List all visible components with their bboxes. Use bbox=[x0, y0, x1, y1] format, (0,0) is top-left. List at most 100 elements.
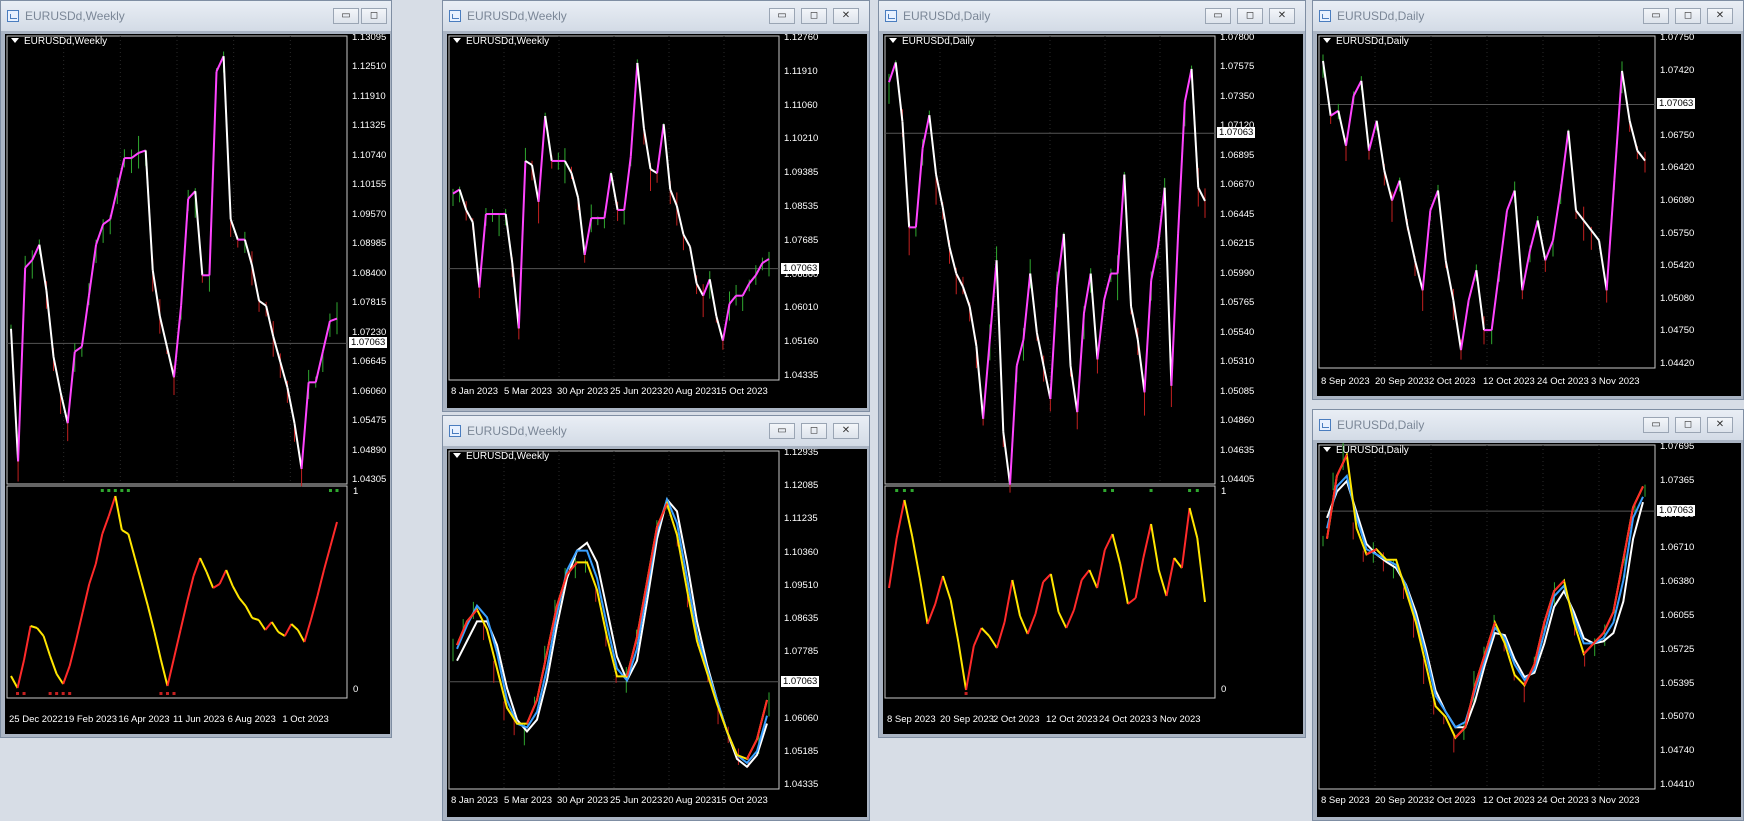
chart-area[interactable]: EURUSDd,Daily 1.076951.073651.070301.067… bbox=[1317, 443, 1741, 817]
price-tick: 1.06010 bbox=[784, 302, 819, 314]
maximize-button[interactable]: ◻ bbox=[1675, 8, 1701, 24]
oscillator-segment bbox=[1073, 579, 1083, 611]
trend-line-segment bbox=[187, 190, 196, 200]
price-tick: 1.05540 bbox=[1220, 326, 1255, 338]
trend-line-segment bbox=[1582, 219, 1593, 232]
oscillator-top-marker bbox=[902, 489, 906, 492]
date-tick: 5 Mar 2023 bbox=[504, 386, 553, 397]
maximize-button[interactable]: ◻ bbox=[1237, 8, 1263, 24]
chart-area[interactable]: EURUSDd,Daily 1.077501.074201.070851.067… bbox=[1317, 34, 1741, 396]
oscillator-top-marker bbox=[100, 489, 104, 492]
oscillator-segment bbox=[244, 605, 254, 619]
chart-area[interactable]: EURUSDd,Weekly 1.12935 1.12085 1.11235 1.10… bbox=[447, 449, 867, 817]
date-tick: 2 Oct 2023 bbox=[993, 714, 1040, 725]
date-tick: 25 Jun 2023 bbox=[610, 386, 663, 397]
price-tick: 1.05420 bbox=[1660, 260, 1695, 272]
window-titlebar[interactable]: EURUSDd,Daily ▭ ◻ ✕ bbox=[879, 1, 1305, 31]
date-tick: 30 Apr 2023 bbox=[557, 795, 609, 806]
minimize-button[interactable]: ▭ bbox=[769, 8, 795, 24]
chart-window-3[interactable]: EURUSDd,Weekly ▭ ◻ ✕ EURUSDd,Weekly 1.12… bbox=[442, 415, 870, 821]
oscillator-segment bbox=[62, 665, 71, 685]
price-tick: 1.06060 bbox=[352, 385, 387, 397]
window-titlebar[interactable]: EURUSDd,Daily ▭ ◻ ✕ bbox=[1313, 410, 1743, 440]
oscillator-tick: 0 bbox=[353, 684, 359, 695]
minimize-button[interactable]: ▭ bbox=[1205, 8, 1231, 24]
trend-line-segment bbox=[921, 114, 931, 149]
trend-line-segment bbox=[1322, 60, 1332, 116]
price-tick: 1.10210 bbox=[784, 133, 819, 145]
trend-line-segment bbox=[1156, 187, 1166, 248]
trend-line-segment bbox=[708, 279, 718, 317]
chart-window-6[interactable]: EURUSDd,Daily ▭ ◻ ✕ EURUSDd,Daily 1.0769… bbox=[1312, 409, 1744, 821]
trend-line-segment bbox=[1035, 332, 1045, 367]
trend-line-segment bbox=[1022, 273, 1032, 340]
oscillator-segment bbox=[199, 557, 208, 573]
trend-line-segment bbox=[1136, 339, 1146, 393]
oscillator-segment bbox=[1003, 579, 1014, 623]
oscillator-bottom-marker bbox=[964, 692, 968, 695]
oscillator-top-marker bbox=[113, 489, 117, 492]
trend-line-segment bbox=[1475, 270, 1485, 331]
trend-line-segment bbox=[1069, 365, 1079, 413]
close-button[interactable]: ✕ bbox=[833, 423, 859, 439]
maximize-button[interactable]: ◻ bbox=[801, 8, 827, 24]
minimize-button[interactable]: ▭ bbox=[333, 8, 359, 24]
trend-line-segment bbox=[669, 189, 678, 207]
trend-line-segment bbox=[109, 188, 119, 220]
price-tick: 1.13095 bbox=[352, 34, 387, 43]
oscillator-segment bbox=[218, 569, 228, 585]
trend-line-segment bbox=[995, 260, 1005, 432]
minimize-button[interactable]: ▭ bbox=[1643, 417, 1669, 433]
chart-area[interactable]: EURUSDd,Daily 1 0 1.07800 1.07575 1.07350 1.0… bbox=[883, 34, 1303, 734]
chart-window-2[interactable]: EURUSDd,Weekly ▭ ◻ ✕ EURUSDd,Weekly 1.12… bbox=[442, 0, 870, 412]
trend-line-segment bbox=[102, 218, 111, 226]
trend-line-segment bbox=[988, 260, 998, 340]
close-button[interactable]: ✕ bbox=[1269, 8, 1295, 24]
trend-line-segment bbox=[1330, 109, 1339, 117]
maximize-button[interactable]: ◻ bbox=[801, 423, 827, 439]
price-tick: 1.07785 bbox=[784, 646, 819, 658]
minimize-button[interactable]: ▭ bbox=[1643, 8, 1669, 24]
oscillator-segment bbox=[49, 655, 58, 675]
oscillator-segment bbox=[277, 631, 286, 637]
chart-area[interactable]: EURUSDd,Weekly 1.12760 1.11910 1.11060 1.10… bbox=[447, 34, 867, 408]
trend-line-segment bbox=[1636, 150, 1646, 162]
chart-window-4[interactable]: EURUSDd,Daily ▭ ◻ ✕ EURUSDd,Daily 1 0 1.07… bbox=[878, 0, 1306, 738]
price-tick: 1.07815 bbox=[352, 297, 387, 309]
window-titlebar[interactable]: EURUSDd,Weekly ▭ ◻ ✕ bbox=[1, 1, 391, 31]
trend-line-segment bbox=[1628, 120, 1639, 151]
maximize-button[interactable]: ◻ bbox=[1675, 417, 1701, 433]
window-titlebar[interactable]: EURUSDd,Weekly ▭ ◻ ✕ bbox=[443, 1, 869, 31]
trend-line-segment bbox=[642, 128, 652, 170]
oscillator-segment bbox=[238, 597, 247, 607]
trend-line-segment bbox=[649, 168, 658, 175]
close-button[interactable]: ✕ bbox=[833, 8, 859, 24]
chart-canvas bbox=[6, 35, 348, 699]
trend-line-segment bbox=[1613, 70, 1623, 181]
current-price-label: 1.07063 bbox=[781, 675, 820, 687]
maximize-button[interactable]: ◻ bbox=[361, 8, 387, 24]
oscillator-segment bbox=[81, 583, 91, 613]
chart-window-5[interactable]: EURUSDd,Daily ▭ ◻ ✕ EURUSDd,Daily 1.0775… bbox=[1312, 0, 1744, 400]
oscillator-bottom-marker bbox=[165, 692, 169, 695]
oscillator-bottom-marker bbox=[55, 692, 59, 695]
trend-line-segment bbox=[10, 328, 20, 462]
price-tick: 1.04635 bbox=[1220, 444, 1255, 456]
minimize-button[interactable]: ▭ bbox=[769, 423, 795, 439]
oscillator-segment bbox=[1049, 573, 1060, 613]
window-titlebar[interactable]: EURUSDd,Daily ▭ ◻ ✕ bbox=[1313, 1, 1743, 31]
oscillator-segment bbox=[270, 621, 280, 633]
trend-line-segment bbox=[1130, 306, 1139, 340]
close-button[interactable]: ✕ bbox=[1707, 417, 1733, 433]
window-title: EURUSDd,Weekly bbox=[467, 424, 567, 438]
trend-line-segment bbox=[962, 286, 971, 307]
trend-line-segment bbox=[531, 164, 540, 202]
close-button[interactable]: ✕ bbox=[1707, 8, 1733, 24]
chart-area[interactable]: EURUSDd,Weekly 1 0 1.13095 1.12510 1.11910 1.… bbox=[5, 34, 390, 734]
chart-window-1[interactable]: EURUSDd,Weekly ▭ ◻ ✕ EURUSDd,Weekly 1 0 1.… bbox=[0, 0, 392, 738]
chart-window-icon bbox=[7, 10, 19, 22]
trend-line-segment bbox=[629, 62, 639, 157]
window-titlebar[interactable]: EURUSDd,Weekly ▭ ◻ ✕ bbox=[443, 416, 869, 446]
trend-line-segment bbox=[715, 315, 724, 341]
chart-window-icon bbox=[885, 10, 897, 22]
